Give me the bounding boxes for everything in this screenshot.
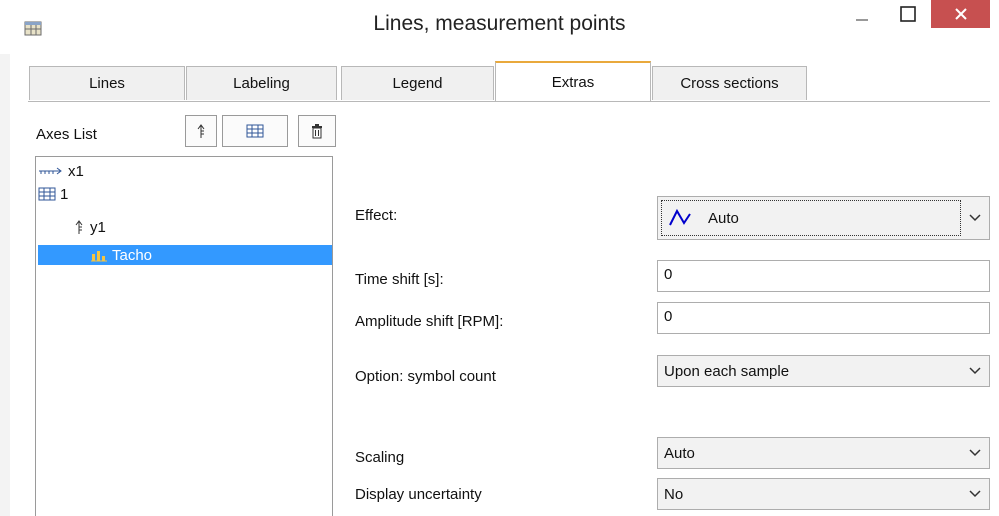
left-window-edge <box>0 0 10 516</box>
amplitude-shift-value: 0 <box>664 308 673 325</box>
symbol-count-select[interactable]: Upon each sample <box>657 355 990 387</box>
display-uncertainty-label: Display uncertainty <box>355 486 482 503</box>
grid-icon <box>246 124 264 138</box>
amplitude-shift-label: Amplitude shift [RPM]: <box>355 313 504 330</box>
tree-item-y1[interactable]: y1 <box>74 217 106 237</box>
tab-label: Extras <box>551 74 595 91</box>
scaling-value: Auto <box>664 444 695 462</box>
time-shift-label: Time shift [s]: <box>355 271 444 288</box>
axes-tree[interactable]: x1 1 y1 Tacho <box>35 156 333 516</box>
tab-labeling[interactable]: Labeling <box>186 66 337 100</box>
scaling-label: Scaling <box>355 449 405 466</box>
minimize-button[interactable] <box>839 0 885 28</box>
chevron-down-icon <box>969 367 981 375</box>
time-shift-input[interactable]: 0 <box>657 260 990 292</box>
add-grid-button[interactable] <box>222 115 288 147</box>
tree-item-tacho[interactable]: Tacho <box>38 245 332 265</box>
axes-list-label: Axes List <box>36 126 97 143</box>
add-axis-button[interactable] <box>185 115 217 147</box>
display-uncertainty-value: No <box>664 485 684 503</box>
tab-lines[interactable]: Lines <box>29 66 185 100</box>
y-axis-icon <box>75 220 83 234</box>
minimize-icon <box>856 19 868 21</box>
maximize-button[interactable] <box>885 0 931 28</box>
chevron-down-icon <box>969 214 981 222</box>
effect-selected-value: Auto <box>661 200 961 236</box>
tab-cross-sections[interactable]: Cross sections <box>652 66 807 100</box>
tree-item-label: y1 <box>90 218 106 236</box>
chevron-down-icon <box>969 490 981 498</box>
display-uncertainty-select[interactable]: No <box>657 478 990 510</box>
close-button[interactable] <box>931 0 990 28</box>
symbol-count-label: Option: symbol count <box>355 368 496 385</box>
bar-chart-icon <box>91 251 107 262</box>
effect-select[interactable]: Auto <box>657 196 990 240</box>
x-axis-icon <box>39 167 62 175</box>
amplitude-shift-input[interactable]: 0 <box>657 302 990 334</box>
effect-label: Effect: <box>355 207 398 224</box>
tab-label: Legend <box>392 75 443 92</box>
close-icon <box>954 8 967 20</box>
grid-icon <box>38 187 56 201</box>
tab-extras[interactable]: Extras <box>495 61 651 102</box>
scaling-select[interactable]: Auto <box>657 437 990 469</box>
time-shift-value: 0 <box>664 266 673 283</box>
tree-item-grid-1[interactable]: 1 <box>38 184 68 204</box>
tab-legend[interactable]: Legend <box>341 66 494 100</box>
symbol-count-value: Upon each sample <box>664 362 790 380</box>
tab-label: Labeling <box>233 75 290 92</box>
tree-item-label: Tacho <box>112 246 153 264</box>
y-axis-icon <box>197 124 205 138</box>
tree-item-label: x1 <box>68 162 84 180</box>
trash-icon <box>312 124 322 139</box>
tab-label: Cross sections <box>680 75 779 92</box>
chevron-down-icon <box>969 449 981 457</box>
effect-value: Auto <box>708 209 739 227</box>
tab-label: Lines <box>89 75 125 92</box>
delete-button[interactable] <box>298 115 336 147</box>
tree-item-label: 1 <box>60 185 69 203</box>
maximize-icon <box>900 6 916 22</box>
tree-item-x1[interactable]: x1 <box>38 161 84 181</box>
line-effect-icon <box>669 208 691 226</box>
tab-strip-border <box>28 101 990 102</box>
